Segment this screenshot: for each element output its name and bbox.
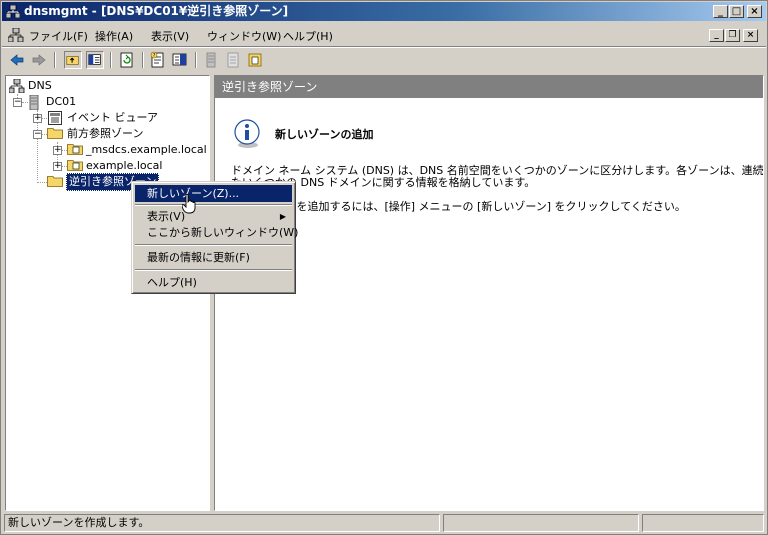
tree-node-event-viewer[interactable]: イベント ビューア — [67, 110, 158, 126]
expand-msdcs-toggle[interactable]: + — [53, 146, 62, 155]
event-viewer-icon — [48, 111, 62, 125]
expand-example-local-toggle[interactable]: + — [53, 162, 62, 171]
expand-forward-zones-toggle[interactable]: − — [33, 130, 42, 139]
description-line-3: 新しいゾーンを追加するには、[操作] メニューの [新しいゾーン] をクリックし… — [231, 200, 686, 213]
refresh-icon[interactable] — [118, 51, 136, 69]
mdi-minimize-button[interactable]: _ — [709, 29, 724, 42]
console-icon[interactable] — [8, 28, 24, 42]
up-folder-icon[interactable] — [64, 51, 82, 69]
menu-file[interactable]: ファイル(F) — [29, 28, 88, 44]
back-arrow-icon[interactable] — [8, 51, 26, 69]
result-pane-title: 新しいゾーンの追加 — [275, 128, 374, 141]
toolbar-separator — [54, 52, 56, 68]
zone-icon[interactable] — [246, 51, 264, 69]
folder-open-icon — [47, 128, 63, 139]
context-menu-view-label: 表示(V) — [147, 210, 186, 223]
menu-bar: ファイル(F) 操作(A) 表示(V) ウィンドウ(W) ヘルプ(H) _ ❐ … — [2, 25, 766, 45]
result-pane: 逆引き参照ゾーン 新しいゾーンの追加 ドメイン ネーム システム (DNS) は… — [214, 75, 764, 511]
zone-folder-icon — [67, 160, 83, 171]
menu-window[interactable]: ウィンドウ(W) — [207, 28, 281, 44]
folder-icon — [47, 176, 63, 187]
status-text: 新しいゾーンを作成します。 — [4, 514, 440, 532]
properties-icon[interactable]: ? — [149, 51, 167, 69]
server-icon — [29, 95, 39, 110]
hand-cursor-icon — [182, 194, 196, 214]
context-menu-help[interactable]: ヘルプ(H) — [135, 274, 292, 291]
mmc-window: dnsmgmt - [DNS¥DC01¥逆引き参照ゾーン] _ □ × ファイル… — [0, 0, 768, 535]
server-icon[interactable] — [202, 51, 220, 69]
context-menu-new-window[interactable]: ここから新しいウィンドウ(W) — [135, 224, 298, 241]
mdi-close-button[interactable]: × — [743, 29, 758, 42]
zone-folder-icon — [67, 144, 83, 155]
svg-text:?: ? — [153, 53, 156, 59]
show-hide-tree-icon[interactable] — [86, 51, 104, 69]
context-menu-new-zone[interactable]: 新しいゾーン(Z)... — [135, 185, 292, 202]
minimize-button[interactable]: _ — [713, 5, 728, 18]
help-icon[interactable] — [171, 51, 189, 69]
toolbar-separator — [110, 52, 112, 68]
maximize-button[interactable]: □ — [729, 5, 744, 18]
expand-dc01-toggle[interactable]: − — [13, 98, 22, 107]
mdi-restore-button[interactable]: ❐ — [725, 29, 740, 42]
menu-view[interactable]: 表示(V) — [151, 28, 189, 44]
tree-node-msdcs-zone[interactable]: _msdcs.example.local — [86, 142, 207, 158]
tree-node-forward-zones[interactable]: 前方参照ゾーン — [67, 126, 143, 142]
context-menu-refresh[interactable]: 最新の情報に更新(F) — [135, 249, 292, 266]
toolbar: ? — [2, 48, 766, 72]
dns-root-icon — [9, 79, 25, 93]
result-pane-header: 逆引き参照ゾーン — [215, 76, 763, 98]
status-panel-3 — [642, 514, 764, 532]
document-icon[interactable] — [224, 51, 242, 69]
menu-separator — [135, 269, 292, 271]
context-menu-view[interactable]: 表示(V) ▶ — [135, 208, 292, 225]
window-title: dnsmgmt - [DNS¥DC01¥逆引き参照ゾーン] — [24, 4, 289, 18]
toolbar-separator — [142, 52, 144, 68]
tree-node-example-local[interactable]: example.local — [86, 158, 162, 174]
menu-action[interactable]: 操作(A) — [95, 28, 133, 44]
menu-separator — [135, 204, 292, 206]
menu-separator — [135, 244, 292, 246]
status-panel-2 — [443, 514, 639, 532]
dns-app-icon — [6, 5, 20, 18]
submenu-arrow-icon: ▶ — [279, 212, 286, 221]
tree-node-dc01[interactable]: DC01 — [46, 94, 76, 110]
status-bar: 新しいゾーンを作成します。 — [2, 513, 766, 533]
menu-help[interactable]: ヘルプ(H) — [283, 28, 333, 44]
forward-arrow-icon[interactable] — [30, 51, 48, 69]
expand-event-viewer-toggle[interactable]: + — [33, 114, 42, 123]
context-menu: 新しいゾーン(Z)... 表示(V) ▶ ここから新しいウィンドウ(W) 最新の… — [131, 181, 298, 294]
toolbar-separator — [195, 52, 197, 68]
tree-node-dns[interactable]: DNS — [28, 78, 52, 94]
title-bar[interactable]: dnsmgmt - [DNS¥DC01¥逆引き参照ゾーン] _ □ × — [2, 2, 766, 21]
info-icon — [234, 119, 260, 148]
close-button[interactable]: × — [747, 5, 762, 18]
